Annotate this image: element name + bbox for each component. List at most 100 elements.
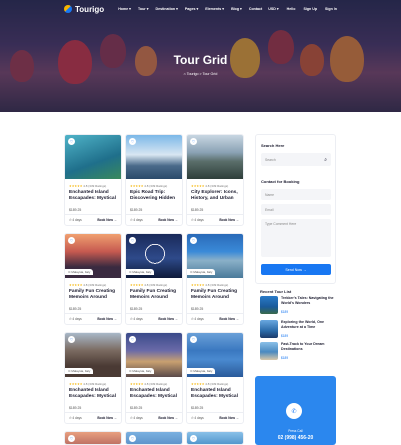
comment-field[interactable]: Type Comment Here bbox=[261, 219, 331, 257]
book-now-button[interactable]: Book Now → bbox=[158, 218, 178, 222]
favorite-icon[interactable]: ♡ bbox=[190, 237, 197, 244]
recent-tour-thumb bbox=[260, 342, 278, 360]
tour-card[interactable]: ♡ bbox=[64, 431, 122, 445]
tour-card[interactable]: ♡ ⊙ Malaysia, Italy ★★★★★ 4.8 (339 Ratin… bbox=[125, 332, 183, 424]
tour-duration: ⏱ 4 days bbox=[130, 416, 143, 420]
recent-tour-title[interactable]: Fast-Track to Your Dream Destinations bbox=[281, 342, 336, 351]
rating: ★★★★★ 4.8 (339 Ratings) bbox=[191, 283, 229, 287]
brand-name: Tourigo bbox=[75, 4, 105, 14]
tour-title[interactable]: Family Fun Creating Memoirs Around bbox=[130, 289, 182, 301]
tour-card[interactable]: ♡ ★★★★★ 4.8 (339 Ratings) Epic Road Trip… bbox=[125, 134, 183, 226]
favorite-icon[interactable]: ♡ bbox=[68, 237, 75, 244]
tour-duration: ⏱ 4 days bbox=[130, 317, 143, 321]
recent-tour-item[interactable]: Fast-Track to Your Dream Destinations $1… bbox=[260, 342, 336, 362]
currency-select[interactable]: USD ▾ bbox=[268, 7, 278, 11]
book-now-button[interactable]: Book Now → bbox=[219, 416, 239, 420]
tour-card[interactable]: ♡ ★★★★★ 4.8 (339 Ratings) City Explorer:… bbox=[186, 134, 244, 226]
menu-item-tour[interactable]: Tour ▾ bbox=[138, 7, 149, 11]
tour-card[interactable]: ♡ ⊙ Malaysia, Italy ★★★★★ 4.8 (339 Ratin… bbox=[125, 233, 183, 325]
tour-card[interactable]: ♡ ★★★★★ 4.8 (339 Ratings) Enchanted Isla… bbox=[64, 134, 122, 226]
recent-tours-heading: Recent Tour List bbox=[260, 289, 292, 294]
card-footer: ⏱ 4 days Book Now → bbox=[65, 214, 121, 225]
tour-card[interactable]: ♡ bbox=[125, 431, 183, 445]
location-tag: ⊙ Malaysia, Italy bbox=[65, 269, 94, 275]
tour-card[interactable]: ♡ ⊙ Malaysia, Italy ★★★★★ 4.8 (339 Ratin… bbox=[64, 332, 122, 424]
rating: ★★★★★ 4.8 (339 Ratings) bbox=[191, 184, 229, 188]
book-now-button[interactable]: Book Now → bbox=[97, 317, 117, 321]
book-now-button[interactable]: Book Now → bbox=[158, 317, 178, 321]
location-tag: ⊙ Malaysia, Italy bbox=[126, 368, 155, 374]
tour-title[interactable]: Epic Road Trip: Discovering Hidden bbox=[130, 190, 182, 202]
brand-logo[interactable]: Tourigo bbox=[64, 5, 104, 14]
rating: ★★★★★ 4.8 (339 Ratings) bbox=[191, 382, 229, 386]
hello-link[interactable]: Hello bbox=[287, 7, 296, 11]
book-now-button[interactable]: Book Now → bbox=[97, 416, 117, 420]
tour-card[interactable]: ♡ bbox=[186, 431, 244, 445]
rating: ★★★★★ 4.8 (339 Ratings) bbox=[130, 184, 168, 188]
favorite-icon[interactable]: ♡ bbox=[68, 138, 75, 145]
search-input[interactable]: Search ⌕ bbox=[261, 153, 331, 166]
tour-duration: ⏱ 4 days bbox=[69, 416, 82, 420]
favorite-icon[interactable]: ♡ bbox=[129, 435, 136, 442]
location-tag: ⊙ Malaysia, Italy bbox=[187, 368, 216, 374]
book-now-button[interactable]: Book Now → bbox=[219, 218, 239, 222]
favorite-icon[interactable]: ♡ bbox=[68, 336, 75, 343]
menu-item-home[interactable]: Home ▾ bbox=[118, 7, 131, 11]
card-footer: ⏱ 4 days Book Now → bbox=[126, 313, 182, 324]
recent-tour-item[interactable]: Exploring the World, One Adventure at a … bbox=[260, 320, 336, 340]
menu-item-destination[interactable]: Destination ▾ bbox=[156, 7, 178, 11]
recent-tour-thumb bbox=[260, 296, 278, 314]
name-field[interactable]: Name bbox=[261, 189, 331, 200]
search-icon[interactable]: ⌕ bbox=[324, 157, 327, 163]
tour-price: $189.25 bbox=[130, 406, 143, 410]
sign-up-link[interactable]: Sign Up bbox=[303, 7, 317, 11]
recent-tour-price: $189 bbox=[281, 310, 289, 314]
recent-tour-title[interactable]: Trekker's Tales: Navigating the World's … bbox=[281, 296, 336, 305]
contact-heading: Contact for Booking bbox=[261, 179, 300, 184]
search-heading: Search Here bbox=[261, 143, 285, 148]
tour-duration: ⏱ 4 days bbox=[130, 218, 143, 222]
favorite-icon[interactable]: ♡ bbox=[190, 138, 197, 145]
favorite-icon[interactable]: ♡ bbox=[129, 336, 136, 343]
rating: ★★★★★ 4.8 (339 Ratings) bbox=[130, 283, 168, 287]
recent-tour-item[interactable]: Trekker's Tales: Navigating the World's … bbox=[260, 296, 336, 316]
tour-title[interactable]: Enchanted Island Escapades: Mystical bbox=[130, 388, 182, 400]
sidebar-panel: Search Here Search ⌕ Contact for Booking… bbox=[255, 134, 336, 284]
recent-tour-title[interactable]: Exploring the World, One Adventure at a … bbox=[281, 320, 336, 329]
sign-in-link[interactable]: Sign In bbox=[325, 7, 337, 11]
favorite-icon[interactable]: ♡ bbox=[190, 336, 197, 343]
tour-price: $189.25 bbox=[69, 406, 82, 410]
tour-title[interactable]: City Explorer: Icons, History, and Urban bbox=[191, 190, 243, 202]
send-now-button[interactable]: Send Now → bbox=[261, 264, 331, 275]
promo-phone-number[interactable]: 02 (998) 456-20 bbox=[255, 435, 336, 441]
tour-card[interactable]: ♡ ⊙ Malaysia, Italy ★★★★★ 4.8 (339 Ratin… bbox=[186, 233, 244, 325]
book-now-button[interactable]: Book Now → bbox=[158, 416, 178, 420]
top-navigation: Tourigo Home ▾ Tour ▾ Destination ▾ Page… bbox=[0, 0, 401, 18]
menu-item-elements[interactable]: Elements ▾ bbox=[205, 7, 224, 11]
recent-tour-price: $189 bbox=[281, 356, 289, 360]
menu-item-contact[interactable]: Contact bbox=[249, 7, 262, 11]
card-footer: ⏱ 4 days Book Now → bbox=[126, 214, 182, 225]
book-now-button[interactable]: Book Now → bbox=[97, 218, 117, 222]
location-tag: ⊙ Malaysia, Italy bbox=[65, 368, 94, 374]
tour-title[interactable]: Family Fun Creating Memoirs Around bbox=[69, 289, 121, 301]
tour-card[interactable]: ♡ ⊙ Malaysia, Italy ★★★★★ 4.8 (339 Ratin… bbox=[186, 332, 244, 424]
favorite-icon[interactable]: ♡ bbox=[129, 138, 136, 145]
menu-item-blog[interactable]: Blog ▾ bbox=[231, 7, 242, 11]
tour-title[interactable]: Enchanted Island Escapades: Mystical bbox=[69, 388, 121, 400]
book-now-button[interactable]: Book Now → bbox=[219, 317, 239, 321]
card-footer: ⏱ 4 days Book Now → bbox=[187, 214, 243, 225]
menu-item-pages[interactable]: Pages ▾ bbox=[185, 7, 198, 11]
favorite-icon[interactable]: ♡ bbox=[190, 435, 197, 442]
tour-title[interactable]: Family Fun Creating Memoirs Around bbox=[191, 289, 243, 301]
tour-title[interactable]: Enchanted Island Escapades: Mystical bbox=[69, 190, 121, 202]
phone-icon[interactable]: ✆ bbox=[286, 403, 302, 419]
favorite-icon[interactable]: ♡ bbox=[129, 237, 136, 244]
email-field[interactable]: Email bbox=[261, 204, 331, 215]
tour-card[interactable]: ♡ ⊙ Malaysia, Italy ★★★★★ 4.8 (339 Ratin… bbox=[64, 233, 122, 325]
tour-title[interactable]: Enchanted Island Escapades: Mystical bbox=[191, 388, 243, 400]
tour-duration: ⏱ 4 days bbox=[191, 317, 204, 321]
recent-tour-price: $189 bbox=[281, 334, 289, 338]
favorite-icon[interactable]: ♡ bbox=[68, 435, 75, 442]
breadcrumb[interactable]: ⌂ Tourigo > Tour Grid bbox=[0, 72, 401, 76]
